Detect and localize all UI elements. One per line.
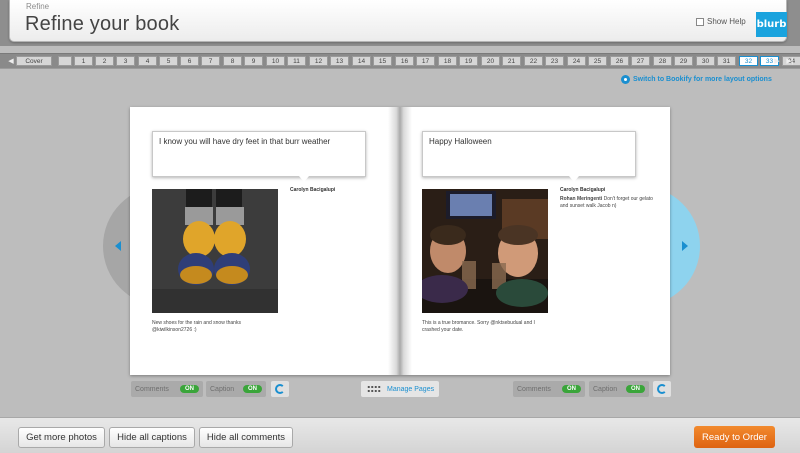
- right-comment-author: Carolyn Bacigalupi: [560, 187, 606, 193]
- page-button-5[interactable]: 5: [159, 56, 178, 66]
- page-button-4[interactable]: 4: [138, 56, 157, 66]
- page-button-cover[interactable]: Cover: [16, 56, 52, 66]
- left-language-button[interactable]: [271, 381, 289, 397]
- page-button-1[interactable]: 1: [74, 56, 93, 66]
- right-reply-author: Rohan Meringenti: [560, 196, 603, 202]
- page-button-16[interactable]: 16: [395, 56, 414, 66]
- page-button-6[interactable]: 6: [180, 56, 199, 66]
- show-help-checkbox[interactable]: [696, 17, 704, 26]
- left-caption-control: Caption ON: [206, 381, 266, 397]
- switch-link-label: Switch to Bookify for more layout option…: [633, 76, 772, 83]
- page-button-15[interactable]: 15: [373, 56, 392, 66]
- page-button-27[interactable]: 27: [631, 56, 650, 66]
- globe-icon: [657, 384, 667, 394]
- globe-icon: [275, 384, 285, 394]
- right-photo-caption[interactable]: This is a true bromance. Sorry @nktsebud…: [422, 320, 542, 334]
- book-spread: I know you will have dry feet in that bu…: [130, 107, 670, 375]
- page-button-17[interactable]: 17: [416, 56, 435, 66]
- nav-last-arrow-icon[interactable]: ▶|: [783, 54, 797, 68]
- page-button-21[interactable]: 21: [502, 56, 521, 66]
- page-button-7[interactable]: 7: [201, 56, 220, 66]
- page-button-29[interactable]: 29: [674, 56, 693, 66]
- get-more-photos-button[interactable]: Get more photos: [18, 427, 105, 448]
- page-button-23[interactable]: 23: [545, 56, 564, 66]
- hide-all-captions-button[interactable]: Hide all captions: [109, 427, 195, 448]
- page-button-30[interactable]: 30: [696, 56, 715, 66]
- page-button-28[interactable]: 28: [653, 56, 672, 66]
- left-comments-toggle[interactable]: ON: [180, 385, 199, 393]
- page-button-26[interactable]: 26: [610, 56, 629, 66]
- page-button-13[interactable]: 13: [330, 56, 349, 66]
- page-button-14[interactable]: 14: [352, 56, 371, 66]
- left-photo[interactable]: [152, 189, 278, 313]
- left-caption-toggle[interactable]: ON: [243, 385, 262, 393]
- page-navigator: ◀ Cover 1 2 3 4 5 6 7 8 9 10 11 12 13 14 15 16 17 18 19 20 21…: [0, 53, 800, 69]
- show-help-toggle[interactable]: Show Help: [696, 17, 746, 26]
- page-button-2[interactable]: 2: [95, 56, 114, 66]
- left-photo-caption[interactable]: New shoes for the rain and snow thanks @…: [152, 320, 272, 334]
- page-button-10[interactable]: 10: [266, 56, 285, 66]
- right-comments-toggle[interactable]: ON: [562, 385, 581, 393]
- grid-icon: [367, 385, 381, 393]
- manage-pages-label: Manage Pages: [387, 385, 435, 393]
- show-help-label: Show Help: [707, 17, 746, 26]
- page-button-32[interactable]: 32: [739, 56, 758, 66]
- left-comments-label: Comments: [135, 385, 169, 393]
- header-card: Refine Refine your book Show Help blurb: [9, 0, 787, 42]
- right-comments-control: Comments ON: [513, 381, 585, 397]
- right-comments-label: Comments: [517, 385, 551, 393]
- page-button-22[interactable]: 22: [524, 56, 543, 66]
- manage-pages-button[interactable]: Manage Pages: [361, 381, 439, 397]
- right-caption-label: Caption: [593, 385, 618, 393]
- arrow-left-icon: [115, 241, 121, 251]
- page-button-blank[interactable]: [58, 56, 72, 66]
- book-spine: [388, 107, 412, 375]
- right-comment-bubble[interactable]: Happy Halloween: [422, 131, 636, 182]
- right-caption-control: Caption ON: [589, 381, 649, 397]
- friends-photo: [422, 189, 548, 313]
- page-button-12[interactable]: 12: [309, 56, 328, 66]
- right-language-button[interactable]: [653, 381, 671, 397]
- section-label: Refine: [26, 2, 50, 11]
- hide-all-comments-button[interactable]: Hide all comments: [199, 427, 293, 448]
- page-button-25[interactable]: 25: [588, 56, 607, 66]
- header: Refine Refine your book Show Help blurb: [0, 0, 800, 46]
- bottom-toolbar: Get more photos Hide all captions Hide a…: [0, 417, 800, 453]
- gear-icon: [621, 75, 630, 84]
- ready-to-order-button[interactable]: Ready to Order: [694, 426, 775, 448]
- left-comments-control: Comments ON: [131, 381, 203, 397]
- nav-next-arrow-icon[interactable]: ▶: [770, 54, 784, 68]
- page-button-18[interactable]: 18: [438, 56, 457, 66]
- switch-to-bookify-link[interactable]: Switch to Bookify for more layout option…: [621, 75, 772, 84]
- arrow-right-icon: [682, 241, 688, 251]
- boots-photo: [152, 189, 278, 313]
- page-button-19[interactable]: 19: [459, 56, 478, 66]
- page-button-20[interactable]: 20: [481, 56, 500, 66]
- page-button-8[interactable]: 8: [223, 56, 242, 66]
- page-button-11[interactable]: 11: [287, 56, 306, 66]
- left-comment-bubble[interactable]: I know you will have dry feet in that bu…: [152, 131, 366, 182]
- right-reply-comment: Rohan Meringenti Don't forget our gelato…: [560, 196, 656, 209]
- page-button-31[interactable]: 31: [717, 56, 736, 66]
- page-button-9[interactable]: 9: [244, 56, 263, 66]
- blurb-logo: blurb: [756, 12, 787, 37]
- right-photo[interactable]: [422, 189, 548, 313]
- page-button-3[interactable]: 3: [116, 56, 135, 66]
- left-caption-label: Caption: [210, 385, 235, 393]
- left-comment-author: Carolyn Bacigalupi: [290, 187, 336, 193]
- page-button-24[interactable]: 24: [567, 56, 586, 66]
- right-caption-toggle[interactable]: ON: [626, 385, 645, 393]
- page-title: Refine your book: [25, 13, 180, 35]
